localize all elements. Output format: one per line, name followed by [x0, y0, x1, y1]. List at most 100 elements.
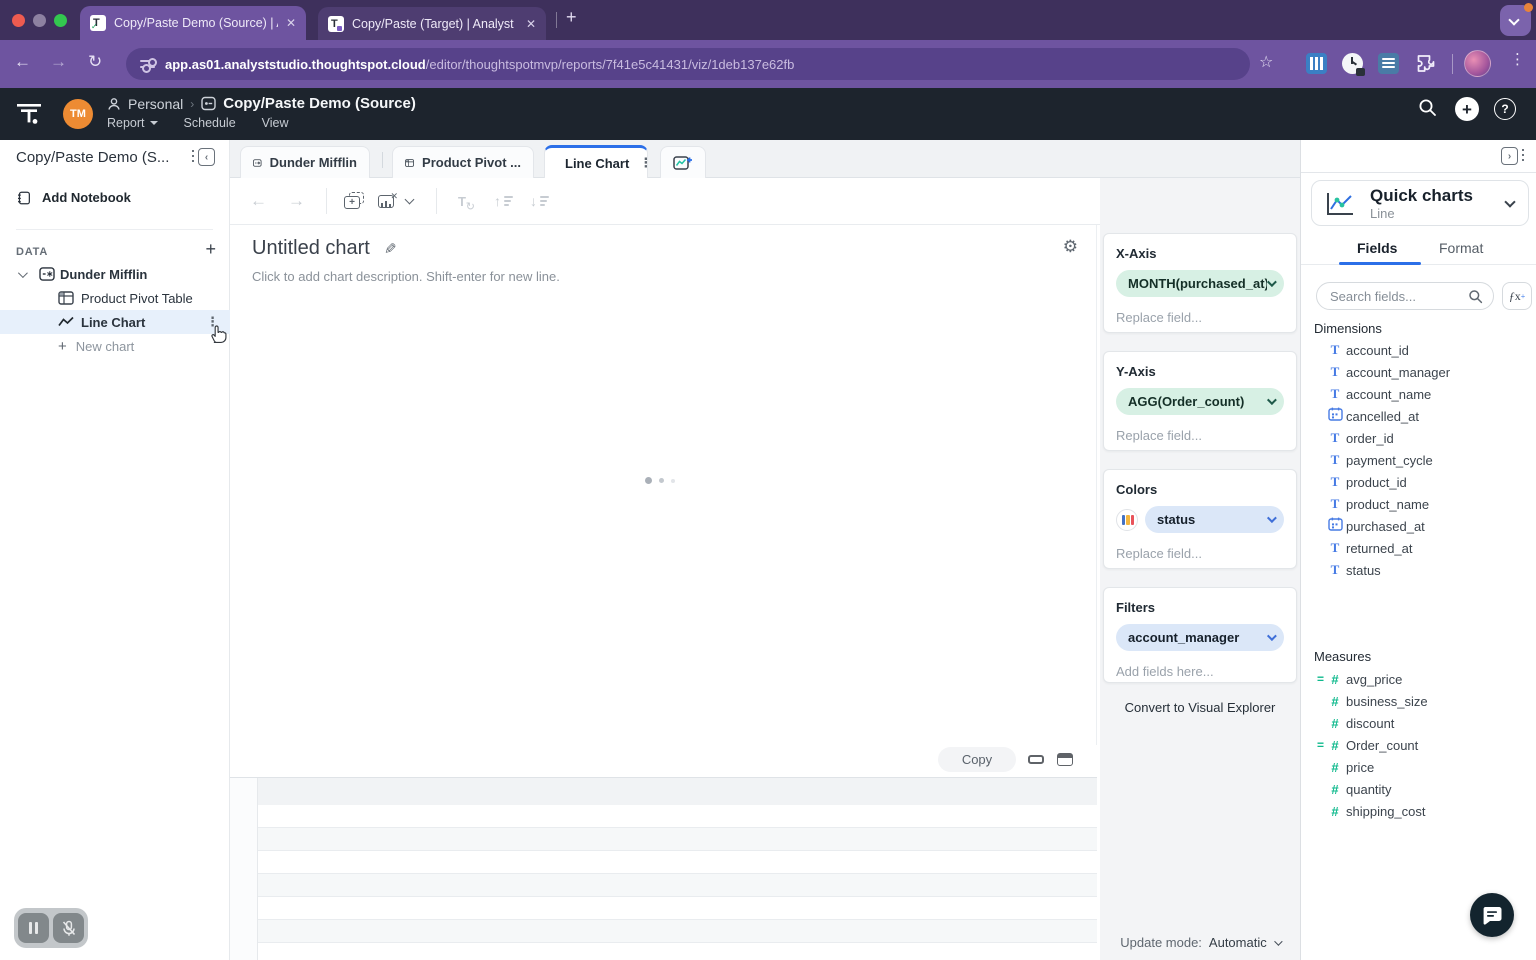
- search-icon[interactable]: [1417, 97, 1438, 118]
- dimension-item[interactable]: Tstatus: [1301, 559, 1536, 581]
- remove-chart-button[interactable]: ✕: [378, 190, 398, 212]
- dimension-item[interactable]: Taccount_id: [1301, 339, 1536, 361]
- duplicate-chart-button[interactable]: +: [344, 190, 366, 212]
- collapse-results-icon[interactable]: [1028, 755, 1044, 764]
- help-button[interactable]: ?: [1494, 98, 1516, 120]
- color-palette-icon[interactable]: [1116, 509, 1138, 531]
- dimension-item[interactable]: purchased_at: [1301, 515, 1536, 537]
- dimension-item[interactable]: Tpayment_cycle: [1301, 449, 1536, 471]
- collapse-panel-icon[interactable]: ›: [1501, 147, 1524, 165]
- shelf-column: X-Axis MONTH(purchased_at) Replace field…: [1100, 178, 1300, 960]
- redo-button[interactable]: →: [288, 190, 305, 212]
- menu-report[interactable]: Report: [107, 116, 158, 130]
- results-table[interactable]: [230, 777, 1097, 960]
- extensions-puzzle-icon[interactable]: [1414, 53, 1435, 74]
- new-tab-button[interactable]: +: [566, 7, 577, 28]
- add-notebook-button[interactable]: Add Notebook: [16, 190, 131, 205]
- measure-item[interactable]: =#Order_count: [1301, 734, 1536, 756]
- add-data-button[interactable]: +: [205, 239, 216, 260]
- measure-item[interactable]: =#shipping_cost: [1301, 800, 1536, 822]
- sidebar-item-dataset[interactable]: Dunder Mifflin: [0, 262, 230, 286]
- pause-recording-button[interactable]: [18, 913, 49, 943]
- sidebar-item-new-chart[interactable]: + New chart: [0, 334, 230, 358]
- dimension-item[interactable]: cancelled_at: [1301, 405, 1536, 427]
- dimension-item[interactable]: Torder_id: [1301, 427, 1536, 449]
- traffic-light-close[interactable]: [12, 14, 25, 27]
- edit-title-icon[interactable]: ✎: [384, 240, 397, 258]
- traffic-light-zoom[interactable]: [54, 14, 67, 27]
- collapse-sidebar-icon[interactable]: ‹: [192, 148, 215, 166]
- undo-button[interactable]: ←: [250, 190, 267, 212]
- browser-tab-target[interactable]: T Copy/Paste (Target) | Analyst ✕: [318, 7, 546, 40]
- bookmark-star-icon[interactable]: ☆: [1259, 52, 1273, 72]
- add-formula-button[interactable]: ƒx+: [1502, 282, 1532, 310]
- dimension-item[interactable]: Tproduct_id: [1301, 471, 1536, 493]
- site-settings-icon[interactable]: [140, 57, 155, 72]
- sidebar-item-line-chart[interactable]: Line Chart ⋮: [0, 310, 230, 334]
- add-button[interactable]: +: [1455, 97, 1479, 121]
- sort-descending-button[interactable]: ↓: [530, 190, 549, 212]
- tab-dataset[interactable]: Dunder Mifflin: [240, 146, 370, 178]
- chart-settings-icon[interactable]: ⚙: [1063, 237, 1078, 257]
- y-axis-field-pill[interactable]: AGG(Order_count): [1116, 388, 1284, 415]
- close-tab-icon[interactable]: ✕: [526, 17, 536, 31]
- tab-pivot[interactable]: Product Pivot ...: [392, 146, 534, 178]
- browser-tab-source[interactable]: T✓ Copy/Paste Demo (Source) | A ✕: [80, 6, 306, 40]
- replace-field-placeholder[interactable]: Replace field...: [1116, 546, 1284, 561]
- measure-item[interactable]: =#avg_price: [1301, 668, 1536, 690]
- swap-axes-button[interactable]: T↻: [458, 190, 466, 212]
- chart-description-placeholder[interactable]: Click to add chart description. Shift-en…: [252, 269, 560, 284]
- browser-back-button[interactable]: ←: [14, 52, 31, 72]
- replace-field-placeholder[interactable]: Replace field...: [1116, 428, 1284, 443]
- copy-button[interactable]: Copy: [938, 747, 1016, 772]
- dimension-item[interactable]: Taccount_manager: [1301, 361, 1536, 383]
- remove-chart-menu[interactable]: [406, 190, 413, 212]
- chevron-down-icon[interactable]: [18, 268, 28, 278]
- tab-search-button[interactable]: [1500, 5, 1531, 36]
- update-mode-control[interactable]: Update mode: Automatic: [1100, 935, 1300, 950]
- omnibox[interactable]: app.as01.analyststudio.thoughtspot.cloud…: [126, 48, 1250, 80]
- browser-reload-button[interactable]: ↻: [88, 52, 102, 72]
- user-avatar[interactable]: TM: [63, 99, 93, 129]
- dataset-icon: [39, 267, 55, 281]
- mute-mic-button[interactable]: [53, 913, 84, 943]
- analyst-studio-logo[interactable]: [15, 100, 43, 128]
- chart-title[interactable]: Untitled chart: [252, 237, 370, 260]
- search-fields-input[interactable]: Search fields...: [1316, 282, 1494, 310]
- breadcrumb-workspace[interactable]: Personal: [128, 96, 183, 112]
- dimension-item[interactable]: Treturned_at: [1301, 537, 1536, 559]
- tab-line-chart[interactable]: Line Chart ⋮: [544, 145, 648, 178]
- replace-field-placeholder[interactable]: Replace field...: [1116, 310, 1284, 325]
- filters-field-pill[interactable]: account_manager: [1116, 624, 1284, 651]
- measure-item[interactable]: =#business_size: [1301, 690, 1536, 712]
- dimension-item[interactable]: Tproduct_name: [1301, 493, 1536, 515]
- tab-format[interactable]: Format: [1439, 240, 1483, 256]
- add-fields-placeholder[interactable]: Add fields here...: [1116, 664, 1284, 679]
- url-host: app.as01.analyststudio.thoughtspot.cloud: [165, 57, 426, 72]
- x-axis-field-pill[interactable]: MONTH(purchased_at): [1116, 270, 1284, 297]
- extension-timer-icon[interactable]: [1342, 53, 1363, 74]
- dimension-item[interactable]: Taccount_name: [1301, 383, 1536, 405]
- extension-columns-icon[interactable]: [1306, 53, 1327, 74]
- close-tab-icon[interactable]: ✕: [286, 16, 296, 30]
- chat-help-button[interactable]: [1470, 893, 1514, 937]
- traffic-light-minimize[interactable]: [33, 14, 46, 27]
- quick-charts-selector[interactable]: Quick charts Line: [1311, 180, 1529, 226]
- tab-fields[interactable]: Fields: [1357, 240, 1397, 256]
- expand-results-icon[interactable]: [1057, 753, 1073, 766]
- menu-view[interactable]: View: [262, 116, 289, 130]
- browser-menu-icon[interactable]: ⋮: [1510, 50, 1525, 68]
- browser-profile-avatar[interactable]: [1464, 50, 1491, 77]
- measure-item[interactable]: =#price: [1301, 756, 1536, 778]
- extension-list-icon[interactable]: [1378, 53, 1399, 74]
- new-viz-tab-button[interactable]: [660, 146, 706, 178]
- sidebar-item-pivot[interactable]: Product Pivot Table: [0, 286, 230, 310]
- sort-ascending-button[interactable]: ↑: [494, 190, 513, 212]
- colors-field-pill[interactable]: status: [1145, 506, 1284, 533]
- tab-menu-icon[interactable]: ⋮: [639, 155, 648, 171]
- browser-forward-button[interactable]: →: [50, 52, 67, 72]
- convert-to-visual-explorer-button[interactable]: Convert to Visual Explorer: [1100, 700, 1300, 715]
- measure-item[interactable]: =#quantity: [1301, 778, 1536, 800]
- measure-item[interactable]: =#discount: [1301, 712, 1536, 734]
- menu-schedule[interactable]: Schedule: [184, 116, 236, 130]
